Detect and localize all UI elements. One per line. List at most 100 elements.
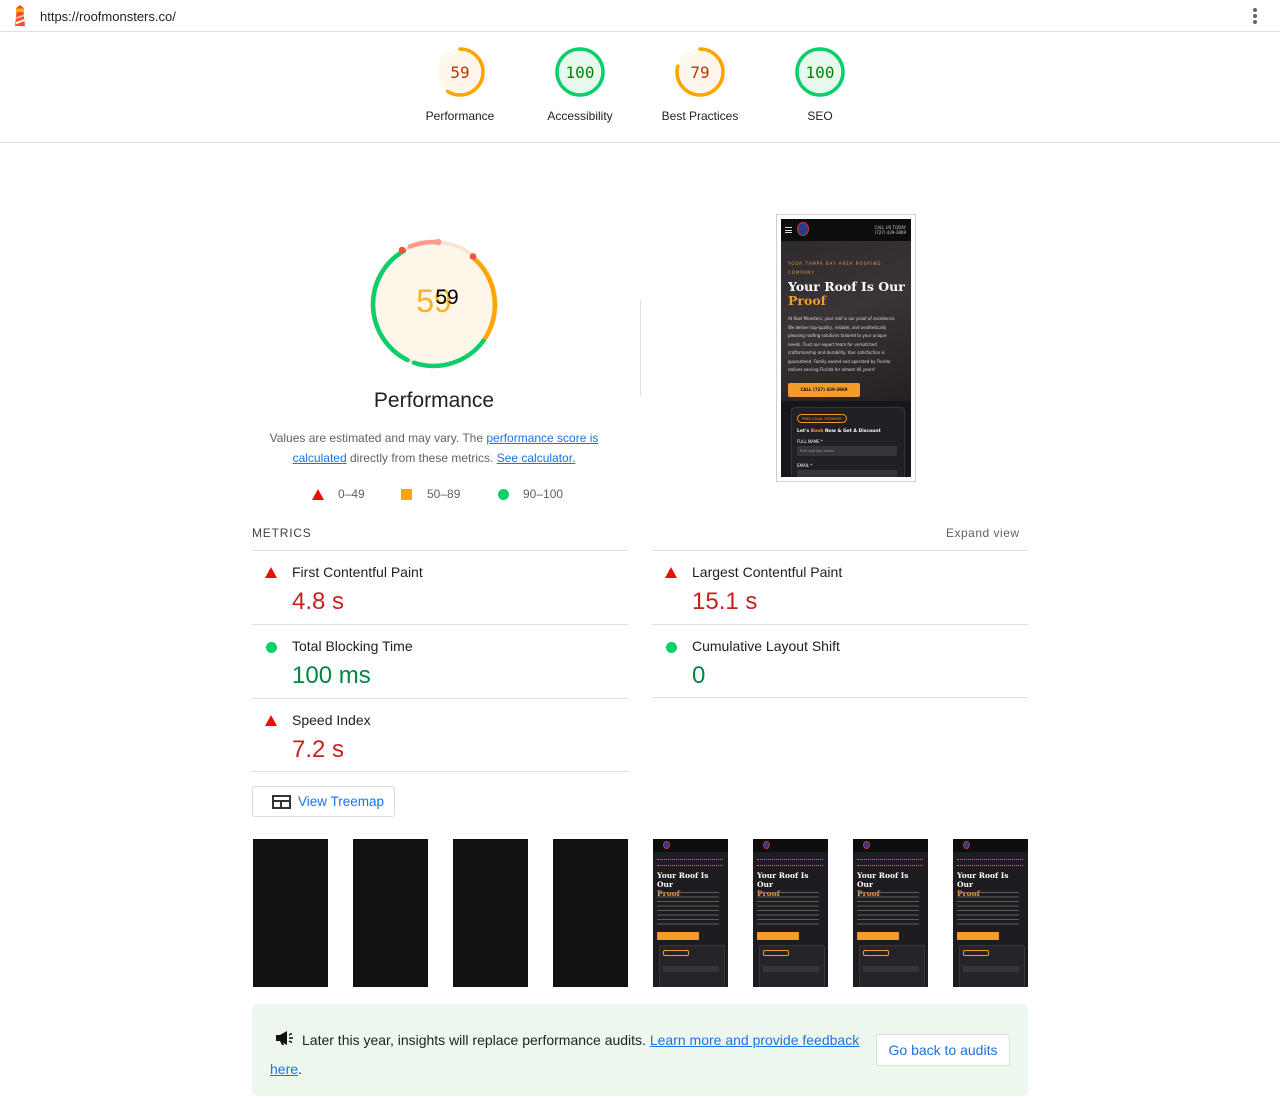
site-logo [663, 841, 670, 849]
performance-gauge[interactable]: 59 59 [364, 234, 504, 374]
hamburger-icon [785, 227, 792, 233]
frame-paragraph [957, 892, 1019, 926]
gauge-best-practices[interactable]: 79 Best Practices [640, 46, 760, 136]
frame-form [859, 945, 925, 987]
metric-value: 0 [692, 662, 706, 689]
metric-title: First Contentful Paint [292, 564, 423, 580]
hero-paragraph: At Roof Monsters, your roof is our proof… [788, 316, 896, 372]
legend-label: 90–100 [523, 487, 564, 501]
frame-paragraph [857, 892, 919, 926]
metric-title: Total Blocking Time [292, 638, 413, 654]
frame-heading-text: Your Roof Is Our [657, 871, 709, 889]
filmstrip-frame [453, 839, 528, 987]
insights-banner: Later this year, insights will replace p… [252, 1004, 1028, 1096]
frame-header [853, 839, 928, 852]
filmstrip-frame [353, 839, 428, 987]
score-label: Performance [425, 109, 495, 123]
form-heading: Let's Book Now & Get A Discount [797, 429, 881, 434]
score-gauge-ring: 79 [675, 47, 725, 97]
legend-label: 50–89 [427, 487, 461, 501]
frame-kicker [857, 859, 923, 866]
score-summary: 59 Performance 100 Accessibility 79 Best… [0, 32, 1280, 143]
site-header: CALL US TODAY (727) 439-3869 [781, 219, 911, 241]
gauge-performance[interactable]: 59 Performance [400, 46, 520, 136]
legend-fail: 0–49 [312, 487, 365, 501]
filmstrip-frame: Your Roof Is OurProof [853, 839, 928, 987]
gauge-seo[interactable]: 100 SEO [760, 46, 880, 136]
see-calculator-link[interactable]: See calculator. [497, 451, 576, 465]
site-logo [797, 222, 809, 236]
kebab-menu-icon[interactable] [1246, 6, 1264, 26]
pass-circle-icon [666, 642, 677, 653]
performance-title: Performance [373, 389, 495, 412]
metric-value: 7.2 s [292, 736, 345, 763]
form-input-email [797, 470, 897, 477]
frame-button [957, 932, 999, 940]
form-heading-text: Let's [797, 429, 811, 434]
hero-heading-accent: Proof [788, 293, 827, 308]
form-heading-text: Now & Get A Discount [823, 429, 881, 434]
filmstrip-frame: Your Roof Is OurProof [753, 839, 828, 987]
frame-kicker [957, 859, 1023, 866]
banner-tail: . [298, 1061, 302, 1077]
expand-view-toggle[interactable]: Expand view [946, 526, 1020, 540]
gauge-marker [398, 246, 406, 254]
divider [640, 300, 641, 396]
legend-label: 0–49 [338, 487, 365, 501]
score-value: 100 [566, 63, 595, 82]
final-screenshot[interactable]: CALL US TODAY (727) 439-3869 YOUR TAMPA … [776, 214, 916, 482]
score-value: 79 [690, 63, 709, 82]
square-icon [401, 488, 412, 500]
performance-description: Values are estimated and may vary. The p… [262, 428, 606, 468]
metrics-heading: METRICS [252, 526, 312, 540]
frame-kicker [657, 859, 723, 866]
metric-first-contentful-paint: First Contentful Paint 4.8 s [252, 550, 628, 624]
form-label-name: FULL NAME * [797, 439, 823, 444]
frame-form [959, 945, 1025, 987]
frame-button [657, 932, 699, 940]
screenshot-page: CALL US TODAY (727) 439-3869 YOUR TAMPA … [781, 219, 911, 477]
frame-header [653, 839, 728, 852]
desc-text: directly from these metrics. [346, 451, 497, 465]
gauge-marker [469, 253, 477, 260]
score-gauge-ring: 100 [555, 47, 605, 97]
header-phone: CALL US TODAY (727) 439-3869 [875, 225, 906, 235]
frame-paragraph [657, 892, 719, 926]
hero-heading: Your Roof Is Our Proof [788, 280, 908, 308]
metric-speed-index: Speed Index 7.2 s [252, 698, 628, 772]
score-label: SEO [807, 109, 833, 123]
frame-heading-text: Your Roof Is Our [857, 871, 909, 889]
metric-cumulative-layout-shift: Cumulative Layout Shift 0 [652, 624, 1028, 698]
metric-value: 15.1 s [692, 588, 758, 615]
metric-value: 100 ms [292, 662, 371, 689]
score-label: Accessibility [547, 109, 613, 123]
score-value: 100 [806, 63, 835, 82]
page-url: https://roofmonsters.co/ [40, 9, 176, 24]
metric-title: Largest Contentful Paint [692, 564, 843, 580]
metric-title: Cumulative Layout Shift [692, 638, 840, 654]
score-value: 59 [450, 63, 469, 82]
legend-average: 50–89 [401, 487, 460, 501]
view-treemap-label: View Treemap [298, 794, 385, 809]
metric-value: 4.8 s [292, 588, 345, 615]
circle-icon [498, 488, 509, 500]
frame-form [759, 945, 825, 987]
go-back-to-audits-button[interactable]: Go back to audits [876, 1034, 1010, 1066]
lighthouse-icon [15, 5, 25, 26]
hero-kicker: YOUR TAMPA BAY AREA ROOFING COMPANY [788, 261, 882, 275]
gauge-marker [434, 238, 442, 246]
filmstrip-frame [553, 839, 628, 987]
site-logo [963, 841, 970, 849]
triangle-icon [312, 488, 324, 500]
frame-button [857, 932, 899, 940]
fail-triangle-icon [265, 567, 277, 578]
view-treemap-button[interactable]: View Treemap [252, 786, 395, 817]
gauge-accessibility[interactable]: 100 Accessibility [520, 46, 640, 136]
form-label-email: EMAIL * [797, 463, 813, 468]
frame-button [757, 932, 799, 940]
treemap-icon [272, 795, 291, 809]
hero-call-button: CALL (727) 439-3869 [788, 383, 860, 397]
frame-header [953, 839, 1028, 852]
frame-heading-text: Your Roof Is Our [757, 871, 809, 889]
divider [652, 697, 1028, 698]
